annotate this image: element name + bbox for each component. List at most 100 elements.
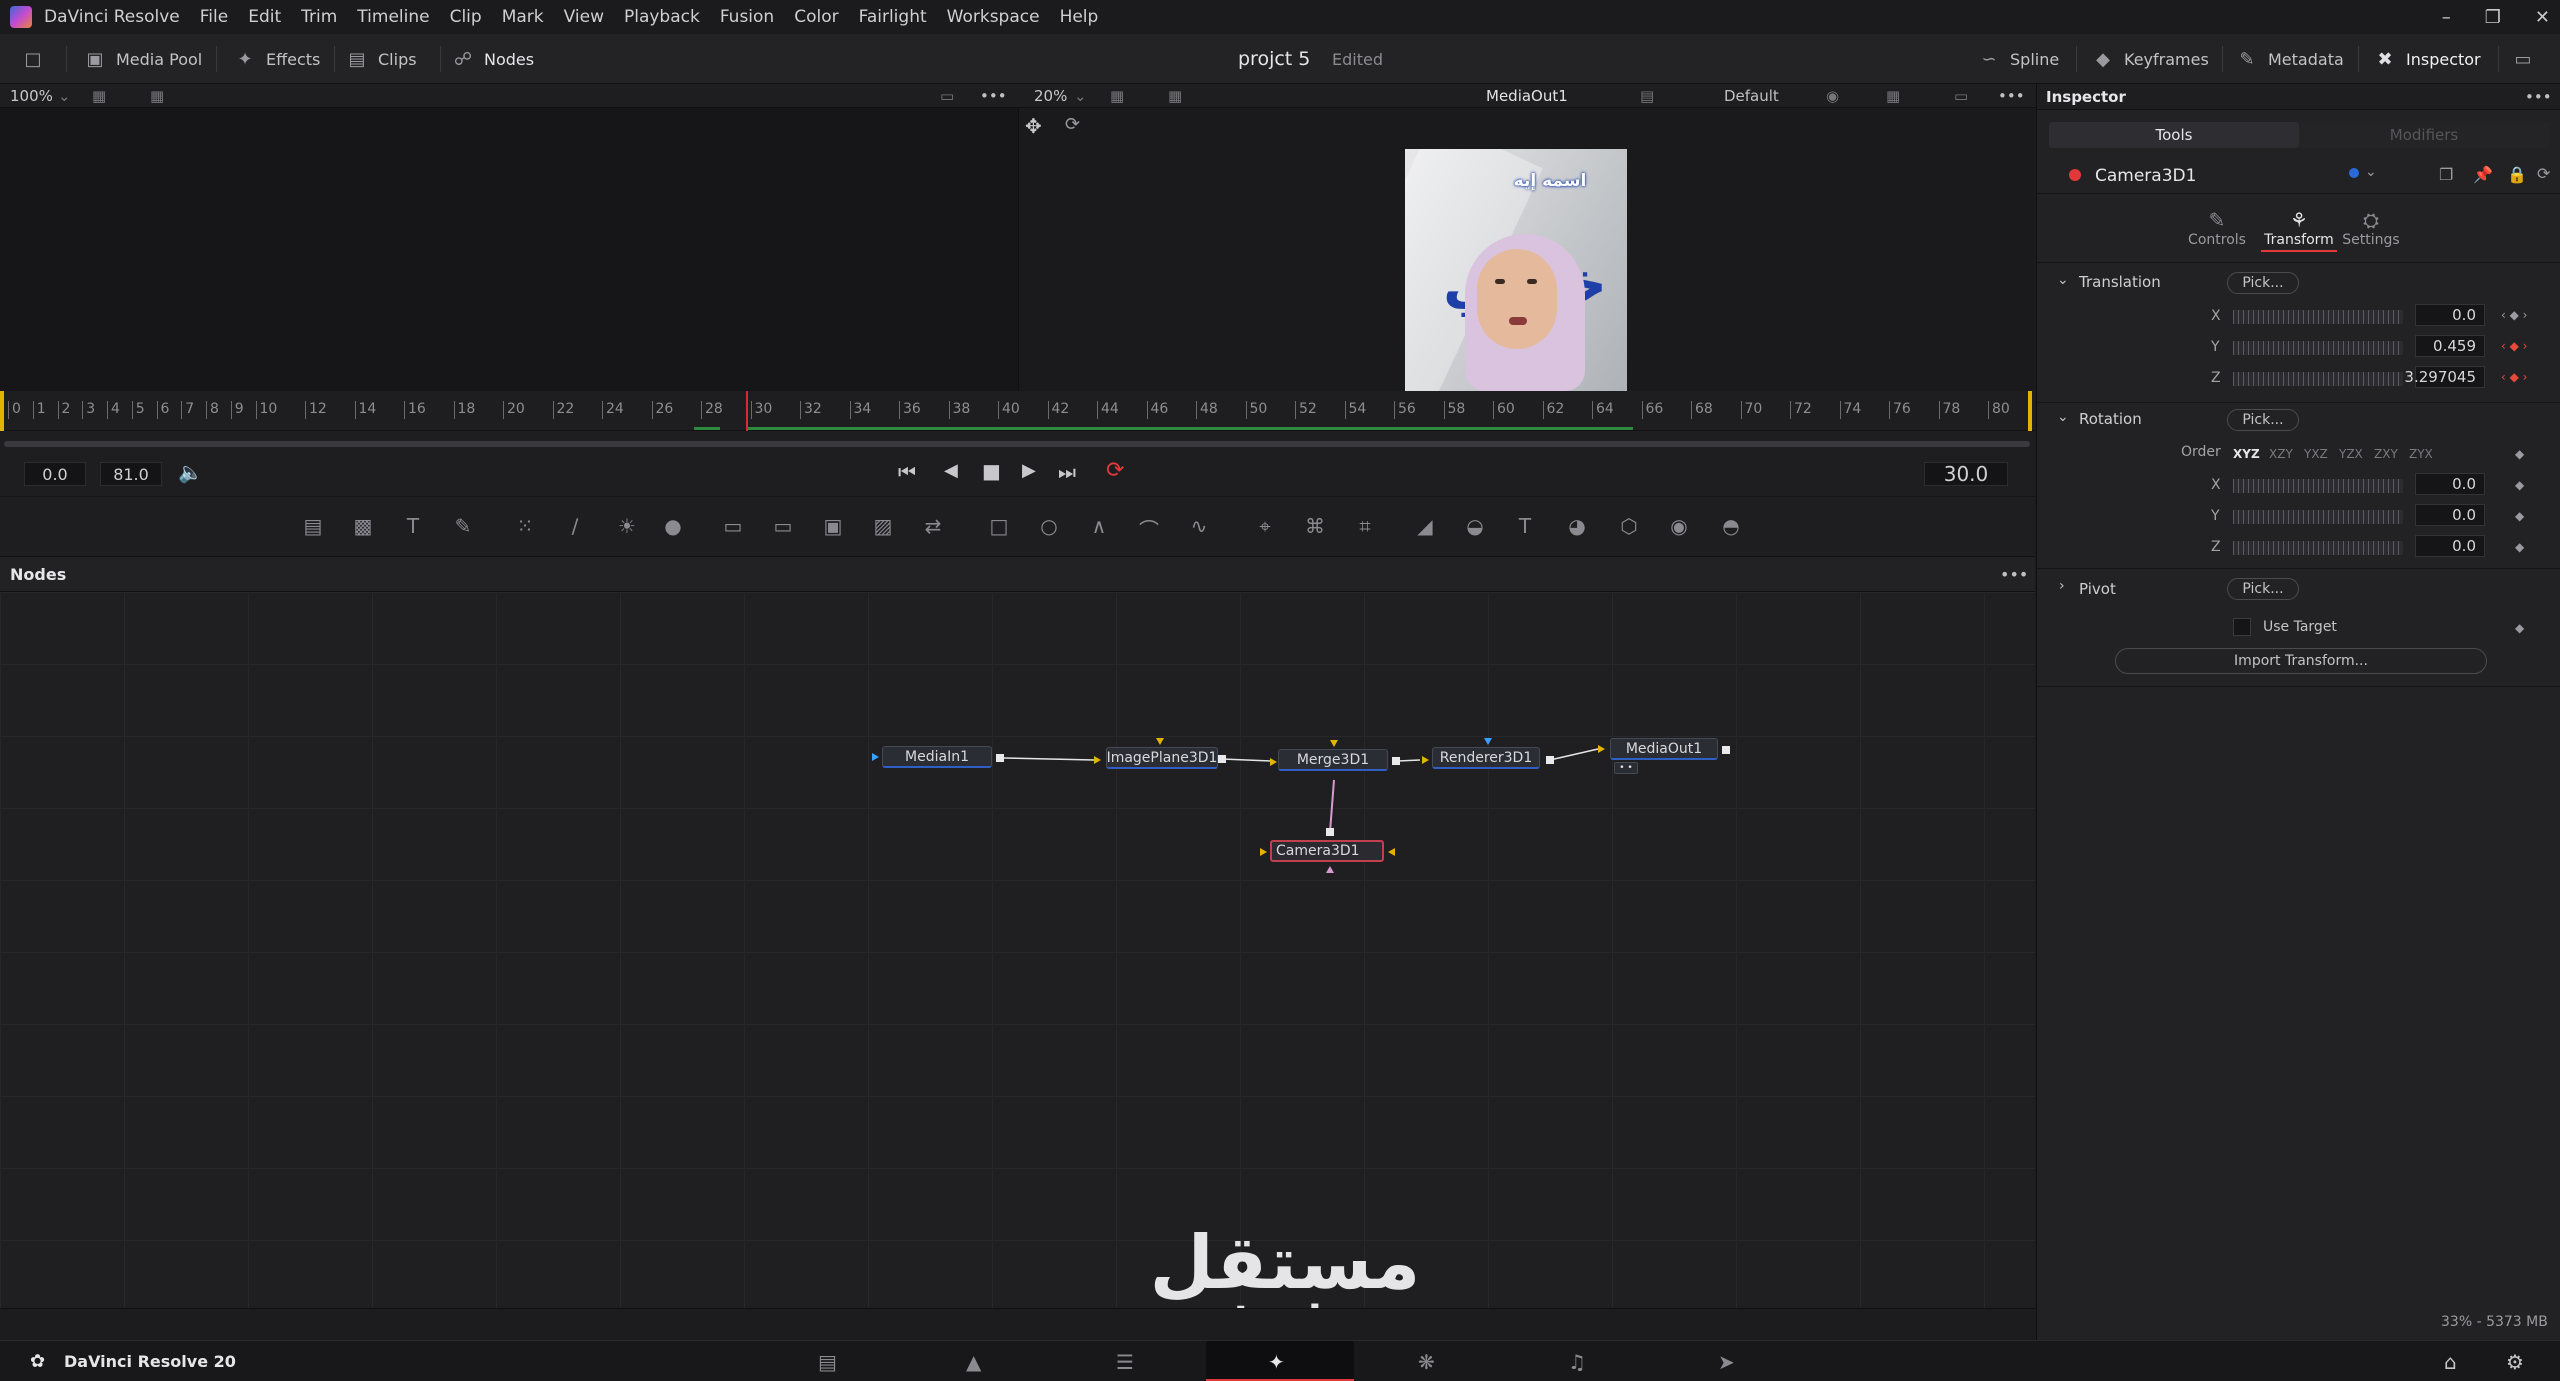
renderer3d-icon[interactable]: ◓ <box>1716 514 1746 538</box>
close-icon[interactable]: ✕ <box>2535 7 2550 28</box>
rotation-y-field[interactable]: 0.0 <box>2415 504 2485 526</box>
order-yzx[interactable]: YZX <box>2339 447 2363 461</box>
translation-x-field[interactable]: 0.0 <box>2415 304 2485 326</box>
color-page-icon[interactable]: ❋ <box>1418 1350 1435 1374</box>
subtab-settings[interactable]: ⛭ Settings <box>2341 208 2401 248</box>
order-xzy[interactable]: XZY <box>2269 447 2293 461</box>
copy-icon[interactable]: ❐ <box>2439 165 2453 184</box>
matte-tool-icon[interactable]: ▨ <box>868 514 898 538</box>
channel-icon[interactable]: ▦ <box>1110 87 1124 105</box>
nodes-button[interactable]: ☍ Nodes <box>452 34 534 84</box>
ellipse-mask-icon[interactable]: ○ <box>1034 514 1064 538</box>
translation-z-field[interactable]: 3.297045 <box>2404 366 2485 388</box>
rotate-icon[interactable]: ⟳ <box>1065 114 1080 135</box>
keyframe-active-icon[interactable]: ‹ ◆ › <box>2501 339 2527 353</box>
effects-button[interactable]: ✦ Effects <box>234 34 320 84</box>
pin-icon[interactable]: 📌 <box>2473 165 2493 184</box>
node-mediaout1[interactable]: MediaOut1 <box>1610 738 1718 760</box>
translation-y-slider[interactable] <box>2233 341 2403 355</box>
fairlight-page-icon[interactable]: ♫ <box>1568 1350 1586 1374</box>
end-frame-field[interactable]: 81.0 <box>100 462 162 486</box>
rotation-z-field[interactable]: 0.0 <box>2415 535 2485 557</box>
spotlight-icon[interactable]: ◕ <box>1562 514 1592 538</box>
order-zyx[interactable]: ZYX <box>2409 447 2433 461</box>
translation-pick-button[interactable]: Pick... <box>2227 272 2299 294</box>
menu-clip[interactable]: Clip <box>440 7 492 27</box>
more-options-icon[interactable]: ••• <box>2525 88 2552 106</box>
rotation-pick-button[interactable]: Pick... <box>2227 409 2299 431</box>
view-mode-icon[interactable]: ▦ <box>150 87 164 105</box>
paint-tool-icon[interactable]: ✎ <box>448 514 478 538</box>
left-viewer-zoom[interactable]: 100% <box>10 87 53 105</box>
time-ruler[interactable]: 0 1 2 3 4 5 6 7 8 9 10 12 14 16 18 20 22 24 26 28 30 32 34 36 38… <box>0 391 2035 431</box>
roi-icon[interactable]: ▤ <box>1640 87 1654 105</box>
chevron-down-icon[interactable]: ⌄ <box>2057 409 2069 425</box>
keyframes-button[interactable]: ◆ Keyframes <box>2092 34 2209 84</box>
subtab-transform[interactable]: ⚘ Transform <box>2261 208 2337 252</box>
order-yxz[interactable]: YXZ <box>2304 447 2328 461</box>
media-pool-button[interactable]: ▣ Media Pool <box>84 34 202 84</box>
gear-icon[interactable]: ⚙ <box>2506 1350 2524 1374</box>
media-page-icon[interactable]: ▤ <box>818 1350 837 1374</box>
clips-button[interactable]: ▤ Clips <box>346 34 416 84</box>
go-to-start-icon[interactable]: ⏮ <box>898 460 916 484</box>
keyframe-icon[interactable]: ◆ <box>2515 447 2524 461</box>
chevron-down-icon[interactable]: ⌄ <box>2365 164 2377 180</box>
rectangle-mask-icon[interactable]: □ <box>984 514 1014 538</box>
node-merge3d1[interactable]: Merge3D1 <box>1278 749 1388 771</box>
rotation-z-slider[interactable] <box>2233 541 2403 555</box>
keyframe-active-icon[interactable]: ‹ ◆ › <box>2501 370 2527 384</box>
background-tool-icon[interactable]: ▤ <box>298 514 328 538</box>
chevron-down-icon[interactable]: ⌄ <box>58 87 71 105</box>
menu-timeline[interactable]: Timeline <box>347 7 439 27</box>
import-transform-button[interactable]: Import Transform... <box>2115 648 2487 674</box>
menu-fairlight[interactable]: Fairlight <box>849 7 937 27</box>
planar-tracker-icon[interactable]: ⌘ <box>1300 514 1330 538</box>
go-to-end-icon[interactable]: ⏭ <box>1058 460 1076 484</box>
particles-tool-icon[interactable]: ⁙ <box>510 514 540 538</box>
grid-icon[interactable]: ▦ <box>1886 87 1900 105</box>
resize-tool-icon[interactable]: ▭ <box>718 514 748 538</box>
more-options-icon[interactable]: ••• <box>1998 87 2025 105</box>
camera-tracker-icon[interactable]: ⌗ <box>1350 514 1380 538</box>
menu-view[interactable]: View <box>554 7 614 27</box>
maximize-icon[interactable]: ❐ <box>2485 7 2501 28</box>
menu-mark[interactable]: Mark <box>492 7 554 27</box>
blur-tool-icon[interactable]: ∕ <box>560 514 590 538</box>
order-zxy[interactable]: ZXY <box>2374 447 2398 461</box>
tracker-icon[interactable]: ⌖ <box>1250 514 1280 538</box>
menu-help[interactable]: Help <box>1050 7 1109 27</box>
menu-color[interactable]: Color <box>784 7 848 27</box>
node-renderer3d1[interactable]: Renderer3D1 <box>1432 747 1540 769</box>
more-options-icon[interactable]: ••• <box>980 87 1007 105</box>
translation-x-slider[interactable] <box>2233 310 2403 324</box>
reset-icon[interactable]: ⟳ <box>2537 164 2550 183</box>
volume-icon[interactable]: 🔈 <box>178 460 203 484</box>
node-editor[interactable]: MediaIn1 ImagePlane3D1 Merge3D1 Renderer… <box>0 592 2035 1308</box>
cut-page-icon[interactable]: ▲ <box>966 1350 981 1374</box>
bspline-mask-icon[interactable]: ⌒ <box>1134 514 1164 542</box>
polygon-mask-icon[interactable]: ∧ <box>1084 514 1114 538</box>
play-reverse-icon[interactable]: ◀ <box>944 460 958 481</box>
lock-icon[interactable]: 🔒 <box>2507 165 2527 184</box>
move-icon[interactable]: ✥ <box>1025 114 1042 138</box>
play-icon[interactable]: ▶ <box>1022 460 1036 481</box>
rotation-x-slider[interactable] <box>2233 479 2403 493</box>
color-icon[interactable]: ◉ <box>1826 87 1839 105</box>
menu-fusion[interactable]: Fusion <box>710 7 784 27</box>
pivot-pick-button[interactable]: Pick... <box>2227 578 2299 600</box>
paint-mask-icon[interactable]: ∿ <box>1184 514 1214 538</box>
home-icon[interactable]: ⌂ <box>2444 1350 2457 1374</box>
image-tool-icon[interactable]: ▩ <box>348 514 378 538</box>
keyframe-icon[interactable]: ◆ <box>2515 621 2524 635</box>
merge-tool-icon[interactable]: ▣ <box>818 514 848 538</box>
version-dot[interactable] <box>2349 168 2359 178</box>
shape3d-icon[interactable]: ◢ <box>1410 514 1440 538</box>
keyframe-icon[interactable]: ◆ <box>2515 509 2524 523</box>
lut-select[interactable]: Default <box>1724 87 1779 105</box>
subtab-controls[interactable]: ✎ Controls <box>2187 208 2247 248</box>
menu-workspace[interactable]: Workspace <box>937 7 1050 27</box>
keyframe-icon[interactable]: ◆ <box>2515 540 2524 554</box>
tab-tools[interactable]: Tools <box>2049 122 2299 148</box>
layout-toggle-button[interactable]: □ <box>22 34 44 84</box>
